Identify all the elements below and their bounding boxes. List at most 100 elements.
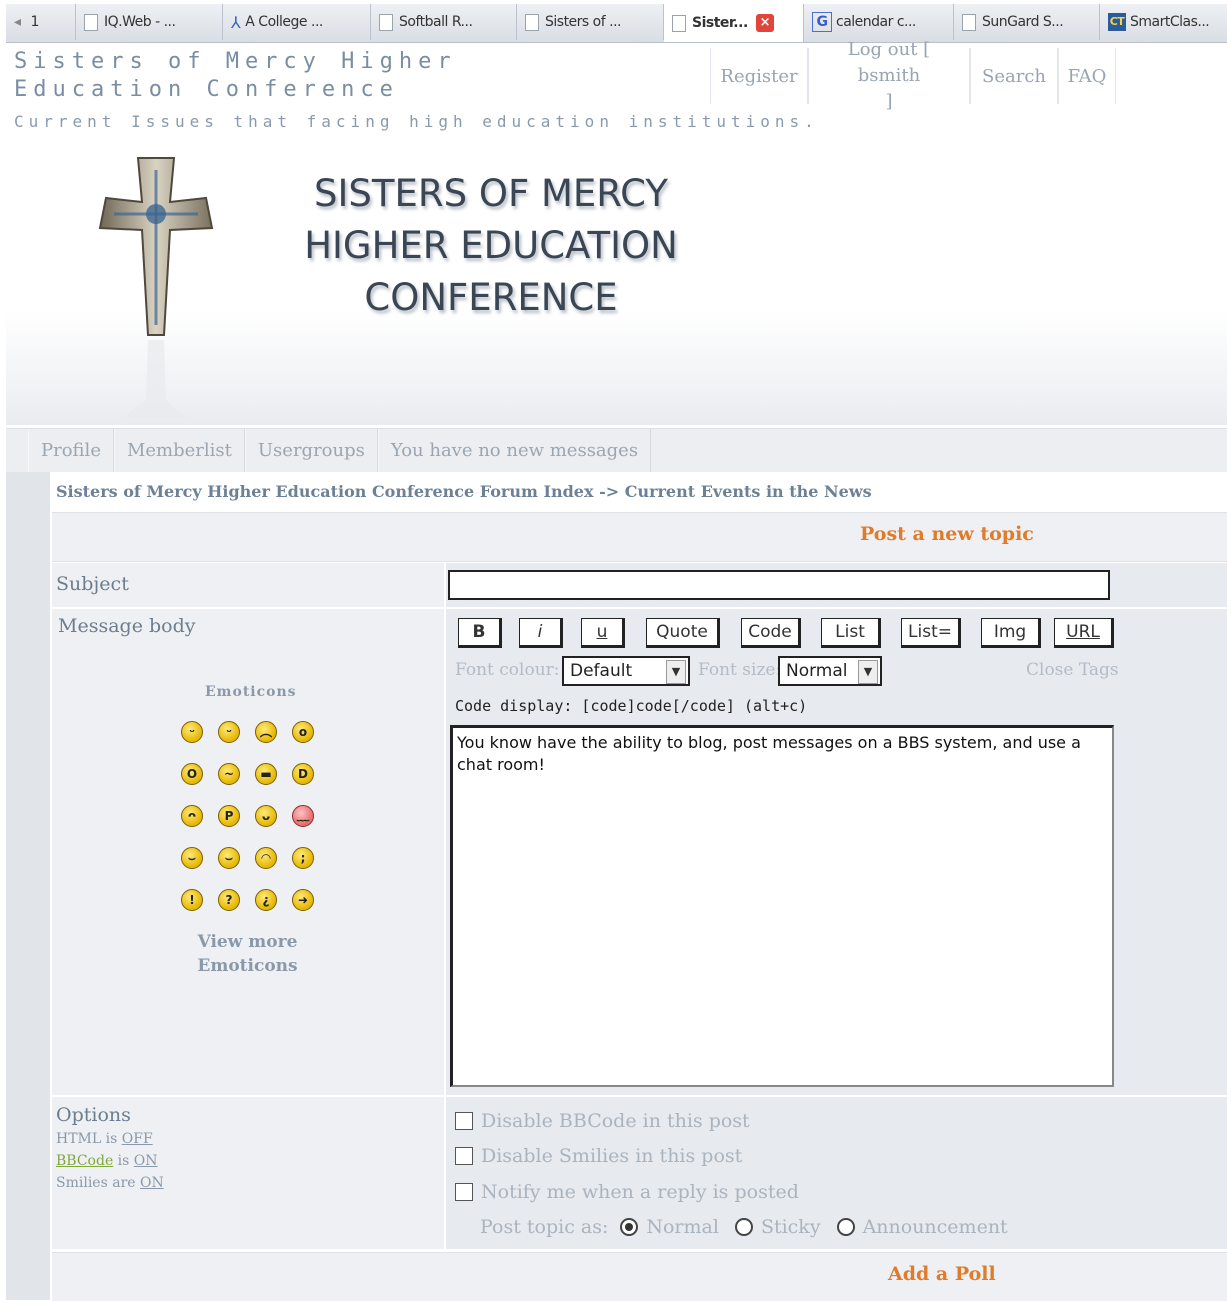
chevron-down-icon[interactable]: ▼: [666, 660, 686, 684]
site-banner: SISTERS OF MERCY HIGHER EDUCATION CONFER…: [6, 140, 1227, 425]
arrow-icon: ◂: [14, 14, 21, 30]
arrow-emoticon[interactable]: ➜: [292, 889, 314, 911]
logout-link[interactable]: Log out [ bsmith ]: [808, 39, 970, 112]
smile-emoticon[interactable]: ᵕ: [218, 721, 240, 743]
img-button[interactable]: Img: [981, 618, 1041, 648]
tab-nav-arrow[interactable]: ◂ 1: [6, 4, 76, 40]
memberlist-link[interactable]: Memberlist: [113, 429, 245, 472]
add-poll-row: Add a Poll: [52, 1252, 1227, 1301]
smilies-status-value[interactable]: ON: [140, 1175, 164, 1191]
disable-smilies-checkbox[interactable]: [455, 1147, 473, 1165]
tab-sisters-of[interactable]: Sisters of ...: [517, 4, 664, 40]
search-link[interactable]: Search: [970, 48, 1058, 104]
message-body-label: Message body: [58, 615, 196, 637]
bbcode-status: BBCode is ON: [56, 1153, 158, 1169]
laughing-emoticon[interactable]: D: [292, 763, 314, 785]
cool-emoticon[interactable]: ▬: [255, 763, 277, 785]
shocked-emoticon[interactable]: O: [181, 763, 203, 785]
view-more-emoticons-link[interactable]: View more Emoticons: [170, 930, 325, 978]
very-happy-emoticon[interactable]: ᵕ: [181, 721, 203, 743]
tab-smartclass[interactable]: CT SmartClas...: [1100, 4, 1227, 40]
banner-line: SISTERS OF MERCY: [314, 172, 668, 215]
page-icon: [525, 13, 539, 31]
subject-input[interactable]: [448, 570, 1110, 600]
view-more-label: Emoticons: [197, 956, 298, 976]
tab-a-college[interactable]: ⅄ A College ...: [223, 4, 371, 40]
subject-label: Subject: [56, 573, 129, 595]
question-emoticon[interactable]: ?: [218, 889, 240, 911]
surprised-emoticon[interactable]: o: [292, 721, 314, 743]
top-navigation: Register Log out [ bsmith ] Search FAQ: [710, 39, 1116, 112]
chevron-down-icon[interactable]: ▼: [858, 660, 878, 684]
emoticons-title: Emoticons: [205, 684, 297, 700]
font-size-select[interactable]: Normal ▼: [778, 656, 882, 686]
disable-bbcode-checkbox[interactable]: [455, 1112, 473, 1130]
announcement-label: Announcement: [862, 1216, 1008, 1238]
quote-button[interactable]: Quote: [646, 618, 720, 648]
notify-option[interactable]: Notify me when a reply is posted: [455, 1181, 799, 1203]
site-title[interactable]: Sisters of Mercy Higher Education Confer…: [14, 48, 614, 104]
italic-button[interactable]: i: [519, 618, 563, 648]
bold-button[interactable]: B: [458, 618, 502, 648]
code-button[interactable]: Code: [741, 618, 801, 648]
add-poll-title[interactable]: Add a Poll: [888, 1263, 996, 1285]
close-icon[interactable]: ×: [755, 14, 774, 32]
site-tagline: Current Issues that facing high educatio…: [14, 112, 819, 131]
message-label-cell: [52, 609, 444, 1095]
normal-radio[interactable]: [620, 1218, 639, 1236]
evil-emoticon[interactable]: ⌣: [181, 847, 203, 869]
banner-title: SISTERS OF MERCY HIGHER EDUCATION CONFER…: [261, 168, 721, 324]
tab-sungard[interactable]: SunGard S...: [954, 4, 1100, 40]
twisted-evil-emoticon[interactable]: ⌣: [218, 847, 240, 869]
url-button[interactable]: URL: [1054, 618, 1114, 648]
sad-emoticon[interactable]: ︵: [255, 721, 277, 743]
rolling-eyes-emoticon[interactable]: ◠: [255, 847, 277, 869]
underline-button[interactable]: u: [581, 618, 625, 648]
tab-iqweb[interactable]: IQ.Web - ...: [76, 4, 223, 40]
list-ordered-button[interactable]: List=: [901, 618, 961, 648]
smartclass-icon: CT: [1108, 13, 1126, 31]
message-textarea[interactable]: You know have the ability to blog, post …: [450, 725, 1114, 1087]
disable-bbcode-option[interactable]: Disable BBCode in this post: [455, 1110, 750, 1132]
tab-softball[interactable]: Softball R...: [371, 4, 517, 40]
banner-line: CONFERENCE: [364, 276, 618, 319]
crying-emoticon[interactable]: ﹏: [292, 805, 314, 827]
html-status-value[interactable]: OFF: [122, 1131, 153, 1147]
idea-emoticon[interactable]: ¿: [255, 889, 277, 911]
font-size-value: Normal: [786, 661, 848, 681]
bbcode-status-value[interactable]: ON: [134, 1153, 158, 1169]
celtic-cross-logo: [98, 157, 214, 418]
sticky-radio[interactable]: [734, 1218, 753, 1236]
notify-label: Notify me when a reply is posted: [481, 1181, 799, 1203]
exclamation-emoticon[interactable]: !: [181, 889, 203, 911]
faq-link[interactable]: FAQ: [1058, 48, 1116, 104]
embarassed-emoticon[interactable]: ᴗ: [255, 805, 277, 827]
wink-emoticon[interactable]: ;: [292, 847, 314, 869]
post-topic-as-label: Post topic as:: [480, 1216, 609, 1238]
private-messages-link[interactable]: You have no new messages: [377, 429, 652, 472]
college-icon: ⅄: [231, 12, 241, 32]
disable-smilies-option[interactable]: Disable Smilies in this post: [455, 1145, 742, 1167]
confused-emoticon[interactable]: ~: [218, 763, 240, 785]
left-gutter: [6, 472, 50, 1300]
tab-sister-active[interactable]: Sister... ×: [664, 4, 804, 42]
google-icon: G: [812, 12, 832, 32]
smilies-status-prefix: Smilies are: [56, 1175, 140, 1191]
notify-checkbox[interactable]: [455, 1183, 473, 1201]
profile-link[interactable]: Profile: [28, 429, 114, 472]
mad-emoticon[interactable]: ᴖ: [181, 805, 203, 827]
code-display-help: Code display: [code]code[/code] (alt+c): [455, 697, 808, 715]
tab-label: 1: [30, 14, 40, 30]
announcement-radio[interactable]: [836, 1218, 855, 1236]
close-tags-link[interactable]: Close Tags: [1026, 660, 1119, 680]
page-icon: [672, 14, 686, 32]
list-button[interactable]: List: [821, 618, 881, 648]
tab-calendar[interactable]: G calendar c...: [804, 4, 954, 40]
font-colour-select[interactable]: Default ▼: [562, 656, 690, 686]
register-link[interactable]: Register: [710, 48, 808, 104]
bbcode-link[interactable]: BBCode: [56, 1153, 113, 1169]
tab-label: calendar c...: [836, 14, 916, 30]
usergroups-link[interactable]: Usergroups: [244, 429, 378, 472]
breadcrumb[interactable]: Sisters of Mercy Higher Education Confer…: [56, 482, 872, 501]
razz-emoticon[interactable]: P: [218, 805, 240, 827]
